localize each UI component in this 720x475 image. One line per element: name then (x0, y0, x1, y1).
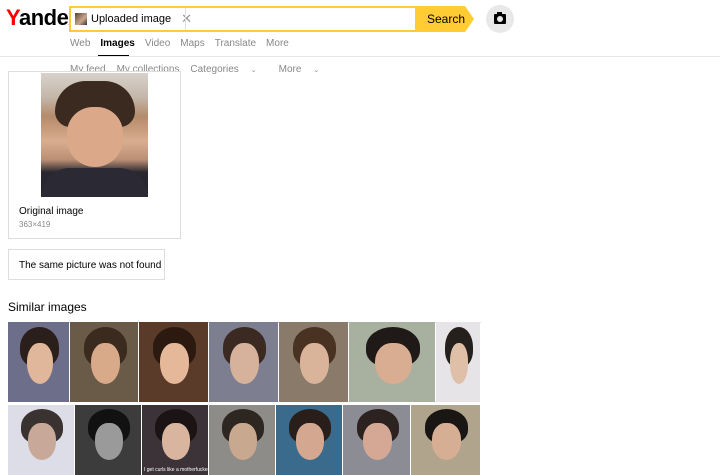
subnav-more-label: More (278, 64, 302, 75)
tile-caption: I get curls like a motherfucker (144, 467, 208, 473)
chip-divider (185, 8, 186, 30)
original-image-card[interactable]: Original image 363×419 (8, 71, 181, 239)
similar-image-tile[interactable] (75, 405, 141, 475)
tile-face (90, 342, 120, 385)
chevron-down-icon: ⌄ (313, 67, 320, 74)
similar-image-tile[interactable] (209, 405, 275, 475)
tab-images[interactable]: Images (100, 38, 134, 50)
similar-image-tile[interactable] (343, 405, 410, 475)
similar-image-tile[interactable] (8, 405, 74, 475)
similar-image-tile[interactable]: I get curls like a motherfucker (142, 405, 208, 475)
tile-face (229, 423, 258, 460)
tile-face (449, 342, 469, 385)
tile-face (160, 342, 190, 385)
camera-icon (494, 12, 506, 24)
clear-icon[interactable]: ✕ (181, 12, 192, 25)
similar-image-tile[interactable] (70, 322, 138, 402)
tile-face (432, 423, 462, 460)
similar-images-grid: I get curls like a motherfucker (8, 322, 481, 475)
similar-image-tile[interactable] (139, 322, 208, 402)
subnav-more[interactable]: More ⌄ (279, 64, 331, 77)
subnav-categories-label: Categories (190, 64, 239, 75)
original-image-title: Original image (19, 206, 84, 217)
search-box[interactable]: Uploaded image ✕ (69, 6, 415, 32)
search-button[interactable]: Search (415, 6, 465, 32)
search-button-arrow[interactable] (465, 6, 474, 32)
tab-maps[interactable]: Maps (180, 38, 204, 50)
tile-face (162, 423, 191, 460)
tab-more[interactable]: More (266, 38, 289, 50)
original-image-size: 363×419 (19, 220, 51, 229)
uploaded-image-label: Uploaded image (91, 13, 172, 25)
original-image-photo[interactable] (41, 73, 148, 197)
similar-image-tile[interactable] (279, 322, 348, 402)
tile-face (28, 423, 57, 460)
uploaded-image-thumbnail (75, 13, 87, 25)
tab-translate[interactable]: Translate (215, 38, 256, 50)
tile-face (300, 342, 330, 385)
similar-image-tile[interactable] (209, 322, 278, 402)
similar-image-tile[interactable] (436, 322, 480, 402)
tile-face (375, 342, 412, 385)
similar-image-tile[interactable] (411, 405, 480, 475)
tab-video[interactable]: Video (145, 38, 170, 50)
similar-images-heading: Similar images (8, 300, 87, 314)
photo-face (67, 107, 123, 167)
tab-web[interactable]: Web (70, 38, 90, 50)
tile-face (296, 423, 325, 460)
logo-letter-y: Y (6, 5, 19, 30)
chevron-down-icon: ⌄ (250, 67, 257, 74)
tile-face (230, 342, 260, 385)
similar-image-tile[interactable] (8, 322, 69, 402)
header-divider (0, 56, 720, 57)
service-tabs: Web Images Video Maps Translate More (70, 38, 299, 50)
similar-image-tile[interactable] (349, 322, 435, 402)
uploaded-image-chip[interactable]: Uploaded image ✕ (75, 11, 192, 27)
photo-shirt (41, 168, 148, 197)
similar-image-tile[interactable] (276, 405, 342, 475)
tile-face (363, 423, 392, 460)
camera-search-button[interactable] (486, 5, 514, 33)
tile-face (95, 423, 124, 460)
not-found-message: The same picture was not found (8, 249, 165, 280)
tile-face (26, 342, 53, 385)
subnav-categories[interactable]: Categories ⌄ (190, 64, 267, 77)
